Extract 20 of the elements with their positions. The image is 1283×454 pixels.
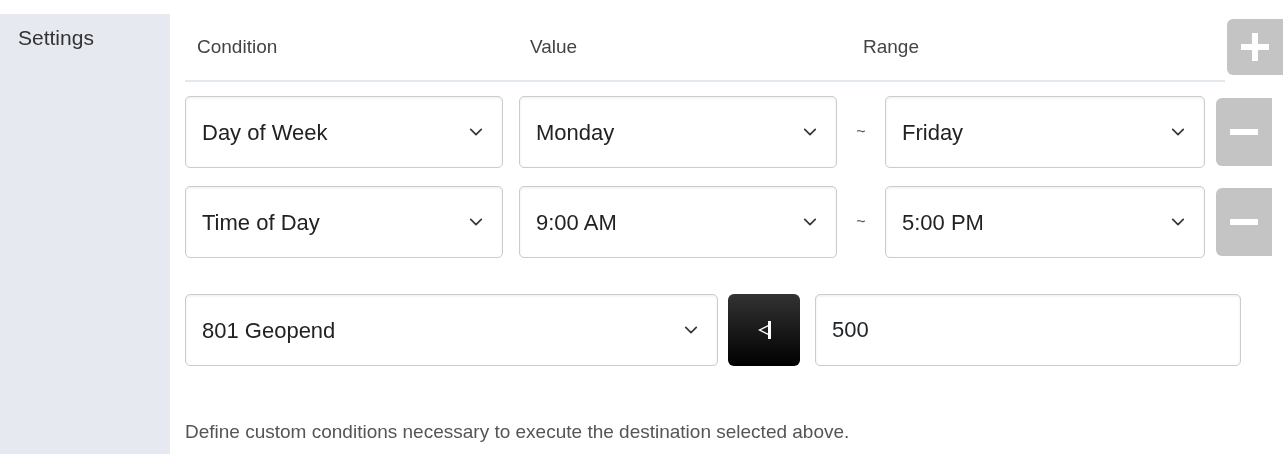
range-end-select[interactable]: Friday [885,96,1205,168]
value-input[interactable]: 500 [815,294,1241,366]
minus-icon [1230,219,1258,225]
destination-select[interactable]: 801 Geopend [185,294,718,366]
condition-select[interactable]: Day of Week [185,96,503,168]
plus-icon [1241,33,1269,61]
help-text: Define custom conditions necessary to execute the destination selected above. [185,420,851,444]
condition-select[interactable]: Time of Day [185,186,503,258]
column-header: Value [529,34,579,59]
value-select[interactable]: 9:00 AM [519,186,837,258]
column-header: Range [862,34,920,59]
range-separator: ~ [855,122,867,142]
triangle-icon [756,321,772,339]
value-select[interactable]: Monday [519,96,837,168]
range-end-select[interactable]: 5:00 PM [885,186,1205,258]
settings-label: Settings [18,25,95,51]
play-button[interactable] [728,294,800,366]
minus-icon [1230,129,1258,135]
column-header: Condition [196,34,279,59]
range-separator: ~ [855,212,867,232]
